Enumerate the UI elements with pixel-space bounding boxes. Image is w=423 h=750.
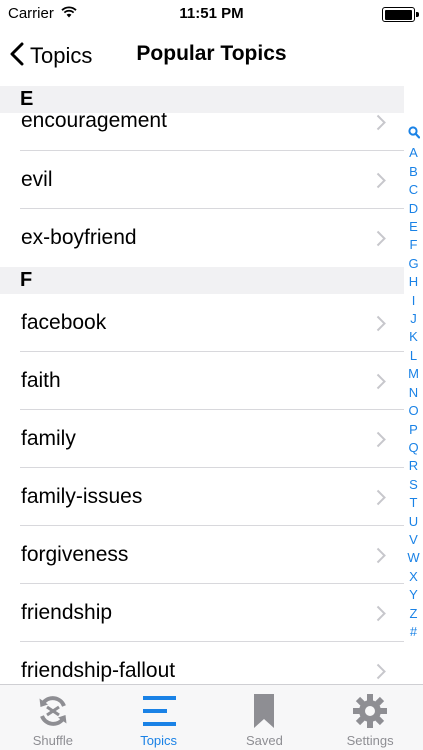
chevron-right-icon bbox=[376, 114, 386, 136]
index-letter[interactable]: W bbox=[407, 549, 419, 567]
topics-list[interactable]: E encouragement evil ex-boyfriend F face… bbox=[0, 86, 404, 684]
index-letter[interactable]: # bbox=[410, 623, 417, 641]
index-letter[interactable]: D bbox=[409, 200, 418, 218]
list-item-label: evil bbox=[21, 168, 53, 191]
status-time: 11:51 PM bbox=[179, 5, 244, 22]
battery-icon bbox=[382, 7, 419, 22]
tab-label: Saved bbox=[245, 733, 283, 748]
index-letter[interactable]: Z bbox=[410, 605, 418, 623]
topics-list-icon bbox=[139, 691, 179, 731]
chevron-right-icon bbox=[376, 663, 386, 684]
list-item[interactable]: friendship-fallout bbox=[0, 642, 404, 684]
chevron-right-icon bbox=[376, 489, 386, 511]
list-item-label: friendship bbox=[21, 601, 113, 624]
chevron-right-icon bbox=[376, 605, 386, 627]
tab-shuffle[interactable]: Shuffle bbox=[0, 685, 106, 750]
page-title: Popular Topics bbox=[136, 42, 287, 65]
index-letter[interactable]: L bbox=[410, 347, 417, 365]
tab-label: Settings bbox=[346, 733, 394, 748]
index-letter[interactable]: Y bbox=[409, 586, 418, 604]
index-letter[interactable]: B bbox=[409, 163, 418, 181]
tab-label: Shuffle bbox=[32, 733, 73, 748]
index-letter[interactable]: U bbox=[409, 513, 418, 531]
index-letter[interactable]: G bbox=[408, 255, 418, 273]
list-item[interactable]: encouragement bbox=[0, 109, 404, 151]
list-item-label: family bbox=[21, 427, 76, 450]
tab-bar: Shuffle Topics Saved Settings bbox=[0, 684, 423, 750]
index-letter[interactable]: E bbox=[409, 218, 418, 236]
chevron-right-icon bbox=[376, 547, 386, 569]
index-letter[interactable]: O bbox=[408, 402, 418, 420]
index-letter[interactable]: S bbox=[409, 476, 418, 494]
chevron-right-icon bbox=[376, 315, 386, 337]
list-item[interactable]: faith bbox=[0, 352, 404, 410]
list-item-label: encouragement bbox=[21, 109, 167, 132]
tab-topics[interactable]: Topics bbox=[106, 685, 212, 750]
index-letter[interactable]: P bbox=[409, 421, 418, 439]
battery-level bbox=[384, 9, 412, 20]
list-item[interactable]: family bbox=[0, 410, 404, 468]
chevron-right-icon bbox=[376, 373, 386, 395]
index-search-icon[interactable] bbox=[407, 126, 420, 144]
chevron-right-icon bbox=[376, 172, 386, 194]
list-item[interactable]: forgiveness bbox=[0, 526, 404, 584]
list-item-label: forgiveness bbox=[21, 543, 129, 566]
index-letter[interactable]: N bbox=[409, 384, 418, 402]
index-letter[interactable]: J bbox=[410, 310, 417, 328]
section-header-f: F bbox=[0, 267, 404, 294]
index-letter[interactable]: H bbox=[409, 273, 418, 291]
navigation-bar: Topics Popular Topics bbox=[0, 28, 423, 84]
section-index-bar[interactable]: A B C D E F G H I J K L M N O P Q R S T … bbox=[404, 126, 423, 641]
shuffle-icon bbox=[33, 691, 73, 731]
tab-label: Topics bbox=[140, 733, 178, 748]
index-letter[interactable]: R bbox=[409, 457, 418, 475]
list-item-label: ex-boyfriend bbox=[21, 226, 137, 249]
status-bar: Carrier 11:51 PM bbox=[0, 0, 423, 28]
index-letter[interactable]: C bbox=[409, 181, 418, 199]
list-item[interactable]: friendship bbox=[0, 584, 404, 642]
chevron-right-icon bbox=[376, 431, 386, 453]
list-item[interactable]: evil bbox=[0, 151, 404, 209]
list-item-label: family-issues bbox=[21, 485, 143, 508]
index-letter[interactable]: X bbox=[409, 568, 418, 586]
list-item-label: friendship-fallout bbox=[21, 659, 176, 682]
bookmark-icon bbox=[244, 691, 284, 731]
index-letter[interactable]: V bbox=[409, 531, 418, 549]
index-letter[interactable]: T bbox=[410, 494, 418, 512]
tab-saved[interactable]: Saved bbox=[212, 685, 318, 750]
index-letter[interactable]: F bbox=[410, 236, 418, 254]
tab-settings[interactable]: Settings bbox=[317, 685, 423, 750]
index-letter[interactable]: I bbox=[412, 292, 416, 310]
chevron-right-icon bbox=[376, 230, 386, 252]
index-letter[interactable]: A bbox=[409, 144, 418, 162]
index-letter[interactable]: M bbox=[408, 365, 419, 383]
list-item-label: faith bbox=[21, 369, 61, 392]
list-item[interactable]: family-issues bbox=[0, 468, 404, 526]
list-item[interactable]: ex-boyfriend bbox=[0, 209, 404, 267]
index-letter[interactable]: Q bbox=[408, 439, 418, 457]
gear-icon bbox=[350, 691, 390, 731]
list-item-label: facebook bbox=[21, 311, 107, 334]
list-item[interactable]: facebook bbox=[0, 294, 404, 352]
index-letter[interactable]: K bbox=[409, 328, 418, 346]
